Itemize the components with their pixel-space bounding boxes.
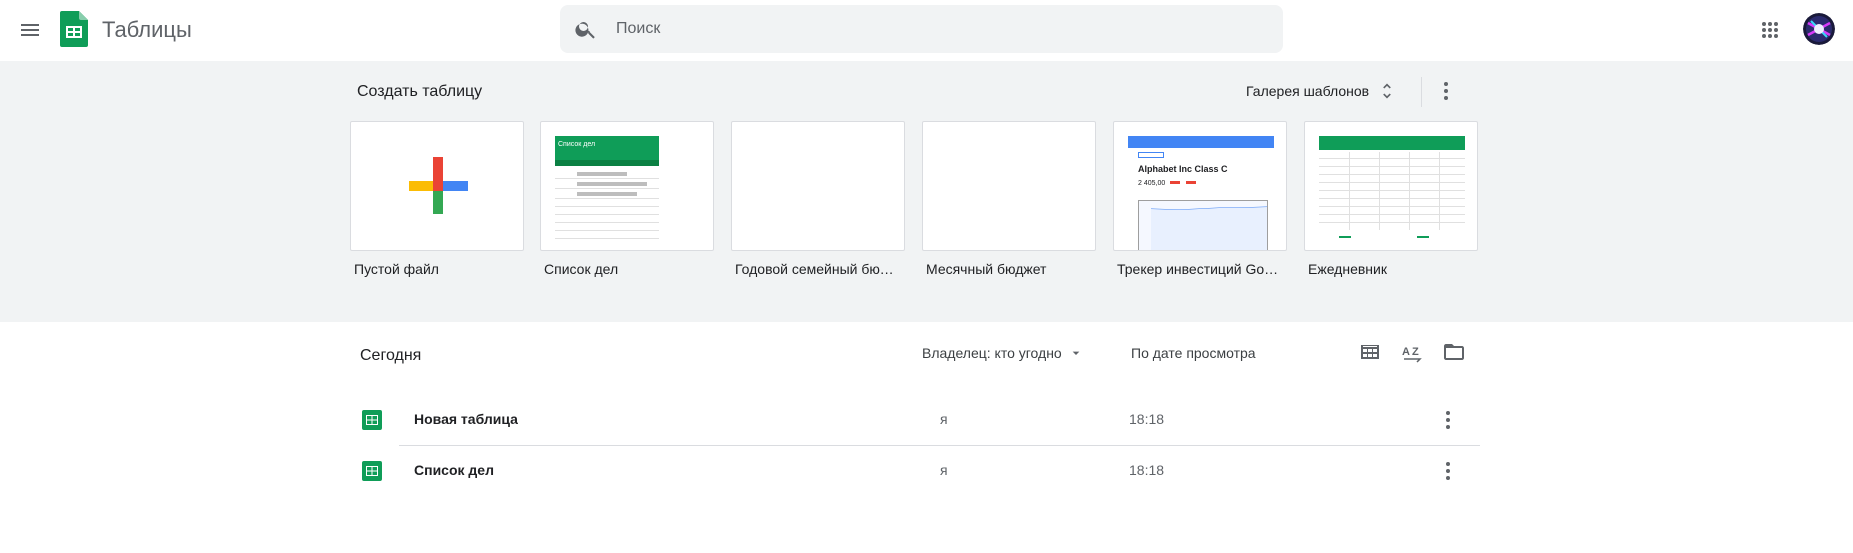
file-row[interactable]: Список дел я 18:18 — [350, 446, 1480, 496]
template-card-planner[interactable]: Ежедневник — [1304, 121, 1478, 277]
dropdown-arrow-icon — [1072, 351, 1080, 355]
thumb-ticker-box — [1138, 152, 1164, 158]
sheets-file-icon — [362, 461, 382, 481]
template-card-monthly-budget[interactable]: Месячный бюджет — [922, 121, 1096, 277]
thumb-column-bar — [555, 160, 659, 166]
template-thumbnail[interactable] — [731, 121, 905, 251]
app-title[interactable]: Таблицы — [102, 16, 192, 44]
unfold-icon — [1383, 83, 1391, 99]
thumb-title: Alphabet Inc Class C — [1138, 164, 1228, 174]
thumb-header-bar — [1319, 136, 1465, 150]
template-thumbnail[interactable] — [350, 121, 524, 251]
template-thumbnail[interactable]: Alphabet Inc Class C 2 405,00 — [1113, 121, 1287, 251]
search-bar[interactable] — [560, 5, 1283, 53]
template-label: Пустой файл — [354, 261, 439, 277]
thumb-value: 2 405,00 — [1138, 180, 1166, 187]
main-menu-button[interactable] — [12, 12, 48, 48]
file-date: 18:18 — [1129, 411, 1165, 427]
sort-order-label: По дате просмотра — [1131, 345, 1256, 361]
template-label: Трекер инвестиций Google Finance — [1117, 261, 1281, 277]
svg-text:A: A — [1402, 346, 1410, 358]
template-gallery-button[interactable]: Галерея шаблонов — [1238, 73, 1405, 109]
thumb-grid — [1319, 152, 1465, 242]
file-owner: я — [940, 411, 948, 427]
more-vert-icon — [1446, 462, 1450, 480]
account-avatar[interactable] — [1803, 13, 1835, 45]
template-label: Ежедневник — [1308, 261, 1387, 277]
file-name[interactable]: Список дел — [414, 462, 494, 478]
divider — [1421, 77, 1422, 107]
thumb-chart — [1138, 200, 1268, 250]
template-more-button[interactable] — [1428, 73, 1464, 109]
google-apps-button[interactable] — [1753, 13, 1787, 47]
owner-filter-dropdown[interactable]: Владелец: кто угодно — [916, 338, 1090, 368]
sort-az-button[interactable]: A Z — [1394, 334, 1430, 370]
template-label: Месячный бюджет — [926, 261, 1047, 277]
template-card-investment-tracker[interactable]: Alphabet Inc Class C 2 405,00 Трекер инв… — [1113, 121, 1287, 277]
template-label: Список дел — [544, 261, 619, 277]
search-input[interactable] — [616, 5, 1256, 53]
colorful-plus-icon — [409, 157, 468, 214]
file-owner: я — [940, 462, 948, 478]
grid-view-icon — [1361, 345, 1379, 359]
app-header: Таблицы — [0, 0, 1853, 61]
owner-filter-label: Владелец: кто угодно — [922, 345, 1062, 361]
template-thumbnail[interactable] — [922, 121, 1096, 251]
thumb-header-bar — [1128, 136, 1274, 148]
apps-grid-icon — [1762, 22, 1778, 38]
template-label: Годовой семейный бюджет — [735, 261, 899, 277]
template-thumbnail[interactable]: Список дел — [540, 121, 714, 251]
sheets-logo-icon[interactable] — [60, 11, 88, 47]
template-card-todo[interactable]: Список дел Список дел — [540, 121, 714, 277]
file-date: 18:18 — [1129, 462, 1165, 478]
grid-view-button[interactable] — [1352, 334, 1388, 370]
hamburger-menu-icon — [21, 24, 39, 36]
sheets-file-icon — [362, 410, 382, 430]
sort-az-icon: A Z — [1402, 346, 1422, 363]
template-card-annual-budget[interactable]: Годовой семейный бюджет — [731, 121, 905, 277]
search-icon[interactable] — [574, 17, 598, 41]
more-vert-icon — [1444, 82, 1448, 100]
file-more-button[interactable] — [1430, 453, 1466, 489]
section-title-today: Сегодня — [360, 347, 422, 364]
template-gallery-section: Создать таблицу Галерея шаблонов Пустой … — [0, 61, 1853, 322]
template-section-heading: Создать таблицу — [357, 83, 483, 100]
file-more-button[interactable] — [1430, 402, 1466, 438]
template-card-blank[interactable]: Пустой файл — [350, 121, 524, 277]
svg-text:Z: Z — [1412, 346, 1419, 358]
thumb-header-bar: Список дел — [555, 136, 659, 160]
sort-order-button[interactable]: По дате просмотра — [1125, 338, 1262, 368]
open-file-picker-button[interactable] — [1436, 334, 1472, 370]
file-row[interactable]: Новая таблица я 18:18 — [350, 395, 1480, 445]
more-vert-icon — [1446, 411, 1450, 429]
thumb-title: Список дел — [558, 141, 596, 148]
thumb-rows — [555, 170, 659, 250]
template-thumbnail[interactable] — [1304, 121, 1478, 251]
file-name[interactable]: Новая таблица — [414, 411, 518, 427]
template-gallery-label: Галерея шаблонов — [1246, 83, 1370, 99]
folder-icon — [1444, 344, 1464, 360]
